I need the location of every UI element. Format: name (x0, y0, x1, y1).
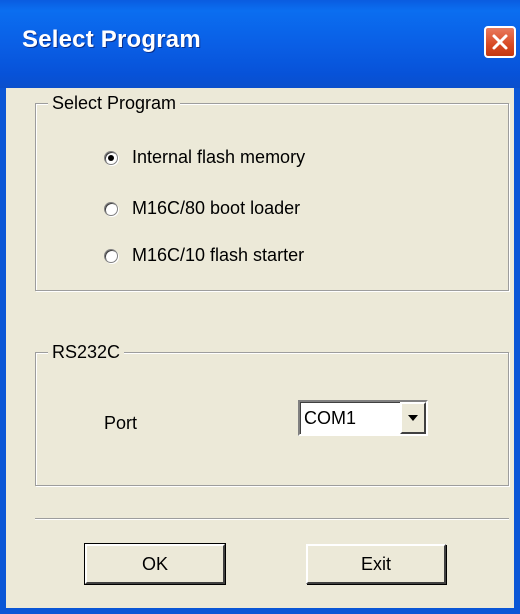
select-program-dialog: Select Program Select Program Internal f… (0, 0, 520, 614)
port-select[interactable]: COM1 (298, 400, 428, 436)
radio-internal-flash-memory[interactable] (104, 150, 118, 165)
radio-m16c80-boot-loader[interactable] (104, 201, 118, 216)
window-title: Select Program (22, 26, 201, 53)
option-m16c10-flash-starter[interactable]: M16C/10 flash starter (104, 245, 304, 266)
port-select-value: COM1 (304, 407, 357, 428)
close-button[interactable] (484, 26, 516, 58)
chevron-down-icon (408, 415, 418, 421)
button-separator (35, 518, 509, 520)
select-program-group: Select Program Internal flash memory M16… (35, 92, 509, 291)
option-label: Internal flash memory (132, 147, 306, 167)
rs232c-legend: RS232C (48, 341, 125, 363)
dropdown-arrow-button[interactable] (400, 402, 426, 434)
select-program-legend: Select Program (48, 92, 181, 114)
radio-m16c10-flash-starter[interactable] (104, 248, 118, 263)
option-m16c80-boot-loader[interactable]: M16C/80 boot loader (104, 198, 300, 219)
option-label: M16C/10 flash starter (132, 245, 305, 265)
port-label: Port (104, 413, 138, 433)
rs232c-group: RS232C Port COM1 (35, 341, 509, 486)
title-bar[interactable]: Select Program (0, 0, 520, 88)
exit-button[interactable]: Exit (306, 544, 446, 584)
ok-button[interactable]: OK (84, 543, 226, 585)
option-internal-flash-memory[interactable]: Internal flash memory (104, 147, 305, 168)
option-label: M16C/80 boot loader (132, 198, 301, 218)
close-x-icon (492, 34, 508, 50)
